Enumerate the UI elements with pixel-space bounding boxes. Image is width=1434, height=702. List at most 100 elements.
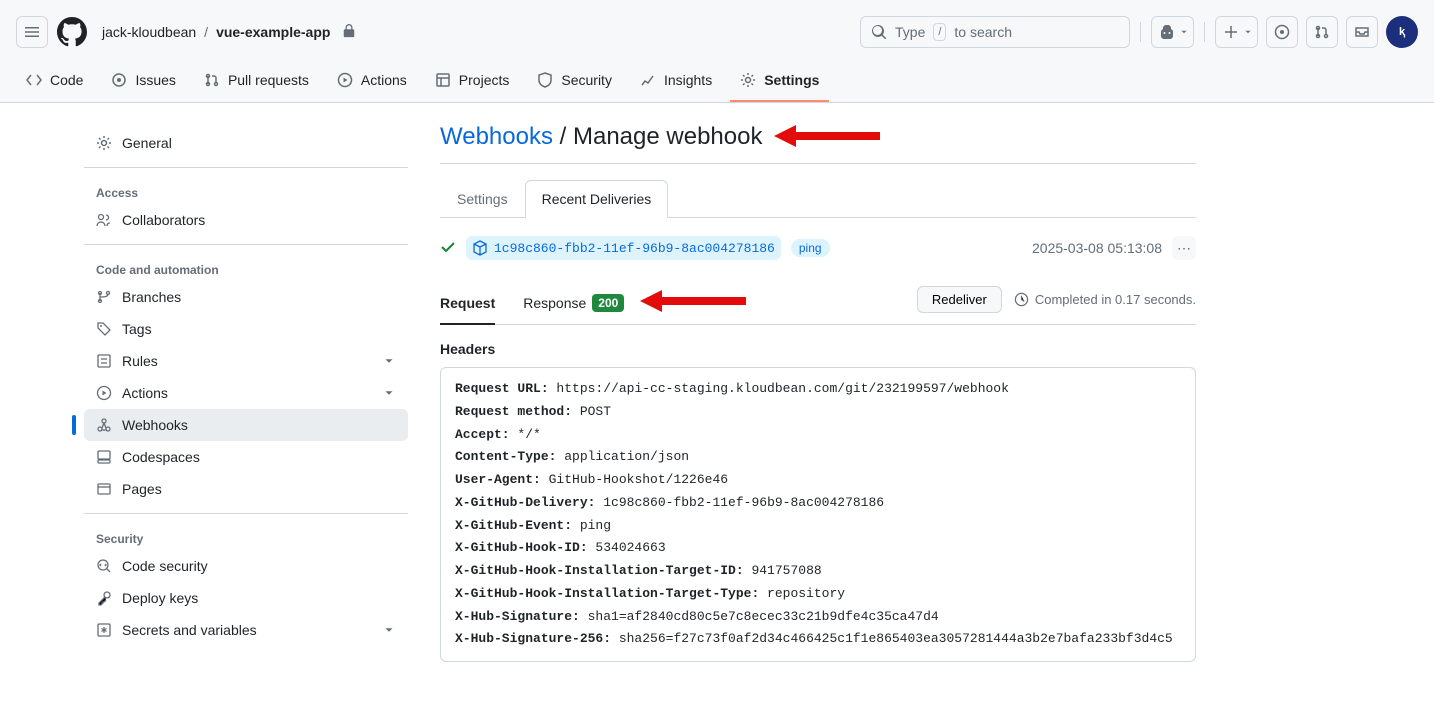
issue-icon <box>111 72 127 88</box>
sidebar-codespaces[interactable]: Codespaces <box>84 441 408 473</box>
sidebar-heading-security: Security <box>84 522 408 550</box>
headers-title: Headers <box>440 341 1196 357</box>
sidebar-deploy-keys[interactable]: Deploy keys <box>84 582 408 614</box>
sidebar-rules[interactable]: Rules <box>84 345 408 377</box>
chevron-down-icon <box>382 623 396 637</box>
branch-icon <box>96 289 112 305</box>
code-icon <box>26 72 42 88</box>
tab-request[interactable]: Request <box>440 283 495 325</box>
pr-icon <box>204 72 220 88</box>
chevron-down-icon <box>382 354 396 368</box>
webhook-subtabs: Settings Recent Deliveries <box>440 180 1196 218</box>
request-response-tabs: Request Response 200 Redeliver Completed… <box>440 282 1196 325</box>
breadcrumb-owner[interactable]: jack-kloudbean <box>102 24 196 40</box>
chevron-down-icon <box>382 386 396 400</box>
redeliver-button[interactable]: Redeliver <box>917 286 1002 313</box>
sidebar-actions[interactable]: Actions <box>84 377 408 409</box>
search-icon <box>871 24 887 40</box>
tab-code[interactable]: Code <box>16 64 93 102</box>
people-icon <box>96 212 112 228</box>
status-badge: 200 <box>592 294 624 312</box>
chevron-down-icon <box>1179 27 1189 37</box>
completed-text: Completed in 0.17 seconds. <box>1014 292 1196 307</box>
webhooks-link[interactable]: Webhooks <box>440 123 553 150</box>
sidebar-pages[interactable]: Pages <box>84 473 408 505</box>
title-text: Manage webhook <box>573 123 762 150</box>
topbar: jack-kloudbean / vue-example-app Type / … <box>0 0 1434 64</box>
breadcrumb-repo[interactable]: vue-example-app <box>216 24 330 40</box>
divider <box>1140 22 1141 42</box>
delivery-id-badge: 1c98c860-fbb2-11ef-96b9-8ac004278186 <box>466 236 781 260</box>
chevron-down-icon <box>1243 27 1253 37</box>
subtab-deliveries[interactable]: Recent Deliveries <box>525 180 669 218</box>
search-kbd: / <box>933 23 946 41</box>
graph-icon <box>640 72 656 88</box>
breadcrumb: jack-kloudbean / vue-example-app <box>102 24 356 41</box>
codescan-icon <box>96 558 112 574</box>
settings-sidebar: General Access Collaborators Code and au… <box>84 103 408 702</box>
hamburger-menu[interactable] <box>16 16 48 48</box>
rules-icon <box>96 353 112 369</box>
check-icon <box>440 239 456 258</box>
cube-icon <box>472 240 488 256</box>
github-icon <box>57 17 87 47</box>
shield-icon <box>537 72 553 88</box>
topbar-right: Type / to search ⱪ <box>860 16 1418 48</box>
tab-response[interactable]: Response 200 <box>523 282 624 324</box>
key-icon <box>96 590 112 606</box>
search-prefix: Type <box>895 24 925 40</box>
tag-icon <box>96 321 112 337</box>
search-input[interactable]: Type / to search <box>860 16 1130 48</box>
github-logo[interactable] <box>56 16 88 48</box>
repo-tabs: Code Issues Pull requests Actions Projec… <box>0 64 1434 103</box>
webhook-icon <box>96 417 112 433</box>
issues-button[interactable] <box>1266 16 1298 48</box>
tab-actions[interactable]: Actions <box>327 64 417 102</box>
inbox-button[interactable] <box>1346 16 1378 48</box>
inbox-icon <box>1354 24 1370 40</box>
search-suffix: to search <box>954 24 1012 40</box>
tab-issues[interactable]: Issues <box>101 64 185 102</box>
sidebar-code-security[interactable]: Code security <box>84 550 408 582</box>
asterisk-icon <box>96 622 112 638</box>
avatar[interactable]: ⱪ <box>1386 16 1418 48</box>
kebab-menu[interactable]: ⋯ <box>1172 236 1196 260</box>
title-slash: / <box>560 123 573 150</box>
plus-icon <box>1223 24 1239 40</box>
copilot-icon <box>1159 24 1175 40</box>
copilot-button[interactable] <box>1151 16 1194 48</box>
divider <box>1204 22 1205 42</box>
sidebar-branches[interactable]: Branches <box>84 281 408 313</box>
clock-icon <box>1014 292 1029 307</box>
lock-icon <box>342 24 356 41</box>
subtab-settings[interactable]: Settings <box>440 180 525 217</box>
pages-icon <box>96 481 112 497</box>
project-icon <box>435 72 451 88</box>
play-icon <box>337 72 353 88</box>
breadcrumb-sep: / <box>204 24 208 40</box>
headers-box: Request URL: https://api-cc-staging.klou… <box>440 367 1196 662</box>
create-button[interactable] <box>1215 16 1258 48</box>
sidebar-general[interactable]: General <box>84 127 408 159</box>
sidebar-collaborators[interactable]: Collaborators <box>84 204 408 236</box>
pr-icon <box>1314 24 1330 40</box>
sidebar-heading-code: Code and automation <box>84 253 408 281</box>
event-badge: ping <box>791 239 830 257</box>
sidebar-webhooks[interactable]: Webhooks <box>84 409 408 441</box>
tab-projects[interactable]: Projects <box>425 64 520 102</box>
sidebar-heading-access: Access <box>84 176 408 204</box>
page-title: Webhooks / Manage webhook <box>440 123 1196 164</box>
sidebar-secrets[interactable]: Secrets and variables <box>84 614 408 646</box>
tab-pulls[interactable]: Pull requests <box>194 64 319 102</box>
tab-security[interactable]: Security <box>527 64 622 102</box>
tab-insights[interactable]: Insights <box>630 64 722 102</box>
issue-icon <box>1274 24 1290 40</box>
annotation-arrow <box>640 290 746 312</box>
delivery-row[interactable]: 1c98c860-fbb2-11ef-96b9-8ac004278186 pin… <box>440 218 1196 270</box>
gear-icon <box>96 135 112 151</box>
hamburger-icon <box>24 24 40 40</box>
pulls-button[interactable] <box>1306 16 1338 48</box>
main-content: Webhooks / Manage webhook Settings Recen… <box>408 103 1228 702</box>
sidebar-tags[interactable]: Tags <box>84 313 408 345</box>
tab-settings[interactable]: Settings <box>730 64 829 102</box>
